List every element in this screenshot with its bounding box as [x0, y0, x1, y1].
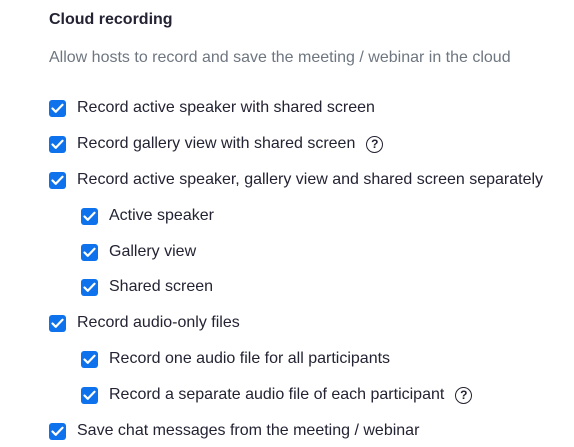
option-label: Record audio-only files [77, 314, 240, 331]
option-record-gallery-view[interactable]: Record gallery view with shared screen ? [49, 132, 384, 156]
checkmark-icon [83, 282, 96, 292]
checkbox-checked[interactable] [49, 171, 66, 189]
checkbox-checked[interactable] [81, 350, 98, 368]
option-label: Record active speaker, gallery view and … [77, 171, 544, 188]
option-save-chat-messages[interactable]: Save chat messages from the meeting / we… [49, 419, 419, 443]
option-one-audio-file[interactable]: Record one audio file for all participan… [81, 347, 390, 371]
checkmark-icon [51, 175, 64, 185]
section-description: Allow hosts to record and save the meeti… [49, 49, 511, 66]
checkbox-checked[interactable] [81, 386, 98, 404]
option-label: Shared screen [109, 278, 214, 295]
checkmark-icon [51, 318, 64, 328]
section-title: Cloud recording [49, 11, 173, 28]
option-label: Record a separate audio file of each par… [109, 386, 445, 403]
option-label: Record active speaker with shared screen [77, 99, 375, 116]
checkbox-checked[interactable] [49, 422, 66, 440]
cloud-recording-section: Cloud recording Allow hosts to record an… [0, 0, 574, 447]
checkmark-icon [83, 211, 96, 221]
option-active-speaker[interactable]: Active speaker [81, 204, 214, 228]
option-gallery-view[interactable]: Gallery view [81, 240, 196, 264]
checkmark-icon [51, 103, 64, 113]
checkmark-icon [51, 426, 64, 436]
checkmark-icon [51, 139, 64, 149]
question-circle-icon[interactable]: ? [455, 386, 473, 404]
option-record-active-speaker[interactable]: Record active speaker with shared screen [49, 96, 375, 120]
checkbox-checked[interactable] [81, 278, 98, 296]
option-label: Record one audio file for all participan… [109, 350, 391, 367]
checkbox-checked[interactable] [49, 99, 66, 117]
option-label: Active speaker [109, 207, 214, 224]
option-shared-screen[interactable]: Shared screen [81, 275, 213, 299]
checkmark-icon [83, 390, 96, 400]
option-label: Gallery view [109, 243, 197, 260]
checkbox-checked[interactable] [49, 135, 66, 153]
question-circle-icon[interactable]: ? [366, 135, 384, 153]
option-record-separately[interactable]: Record active speaker, gallery view and … [49, 168, 543, 192]
option-label: Record gallery view with shared screen [77, 135, 356, 152]
checkbox-checked[interactable] [49, 314, 66, 332]
option-separate-audio-files[interactable]: Record a separate audio file of each par… [81, 383, 473, 407]
checkbox-checked[interactable] [81, 243, 98, 261]
checkbox-checked[interactable] [81, 207, 98, 225]
checkmark-icon [83, 247, 96, 257]
option-label: Save chat messages from the meeting / we… [77, 422, 420, 439]
checkmark-icon [83, 354, 96, 364]
option-record-audio-only[interactable]: Record audio-only files [49, 311, 240, 335]
